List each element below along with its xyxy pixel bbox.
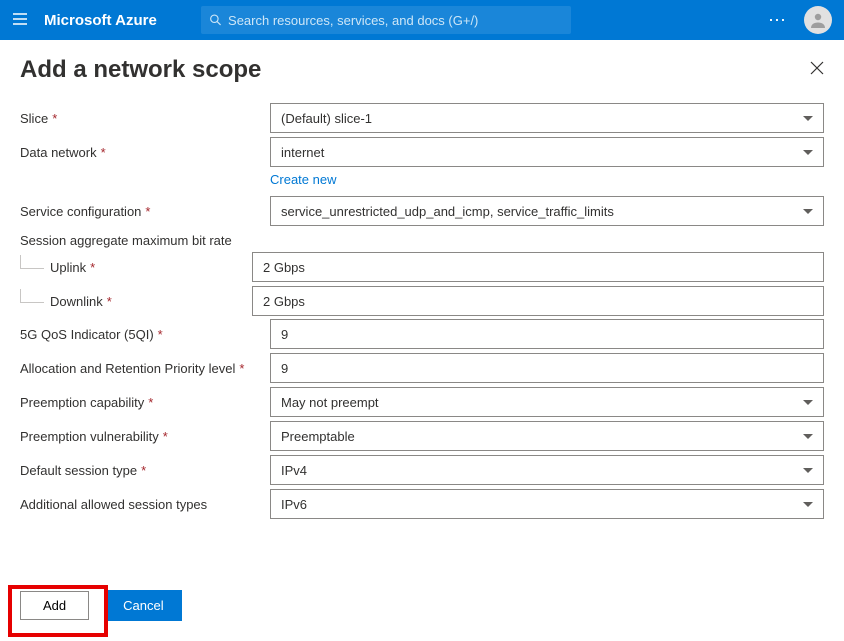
add-button[interactable]: Add <box>20 591 89 620</box>
uplink-input[interactable]: 2 Gbps <box>252 252 824 282</box>
avatar[interactable] <box>804 6 832 34</box>
additional-session-select[interactable]: IPv6 <box>270 489 824 519</box>
default-session-select[interactable]: IPv4 <box>270 455 824 485</box>
arp-input[interactable]: 9 <box>270 353 824 383</box>
arp-label: Allocation and Retention Priority level* <box>20 361 270 376</box>
session-agg-label: Session aggregate maximum bit rate <box>20 233 824 248</box>
more-icon[interactable]: ⋯ <box>768 10 788 31</box>
slice-select[interactable]: (Default) slice-1 <box>270 103 824 133</box>
preempt-cap-label: Preemption capability* <box>20 395 270 410</box>
page-header: Add a network scope <box>0 40 844 92</box>
page-title: Add a network scope <box>20 56 261 84</box>
footer-actions: Add Cancel <box>0 580 202 631</box>
qos-input[interactable]: 9 <box>270 319 824 349</box>
service-config-label: Service configuration* <box>20 204 270 219</box>
data-network-select[interactable]: internet <box>270 137 824 167</box>
data-network-label: Data network* <box>20 145 270 160</box>
cancel-button[interactable]: Cancel <box>105 590 181 621</box>
create-new-link[interactable]: Create new <box>270 172 336 187</box>
topbar-right: ⋯ <box>768 6 832 34</box>
search-input[interactable] <box>228 13 563 28</box>
form-area: Slice* (Default) slice-1 Data network* i… <box>0 92 844 520</box>
global-search[interactable] <box>201 6 571 34</box>
default-session-label: Default session type* <box>20 463 270 478</box>
service-config-select[interactable]: service_unrestricted_udp_and_icmp, servi… <box>270 196 824 226</box>
close-icon[interactable] <box>810 61 824 80</box>
preempt-cap-select[interactable]: May not preempt <box>270 387 824 417</box>
additional-session-label: Additional allowed session types <box>20 497 270 512</box>
downlink-label: Downlink* <box>20 294 252 309</box>
search-icon <box>209 13 222 27</box>
hamburger-icon[interactable] <box>12 11 28 30</box>
azure-topbar: Microsoft Azure ⋯ <box>0 0 844 40</box>
preempt-vuln-label: Preemption vulnerability* <box>20 429 270 444</box>
downlink-input[interactable]: 2 Gbps <box>252 286 824 316</box>
qos-label: 5G QoS Indicator (5QI)* <box>20 327 270 342</box>
person-icon <box>808 10 828 30</box>
preempt-vuln-select[interactable]: Preemptable <box>270 421 824 451</box>
uplink-label: Uplink* <box>20 260 252 275</box>
brand-label: Microsoft Azure <box>44 12 157 29</box>
slice-label: Slice* <box>20 111 270 126</box>
